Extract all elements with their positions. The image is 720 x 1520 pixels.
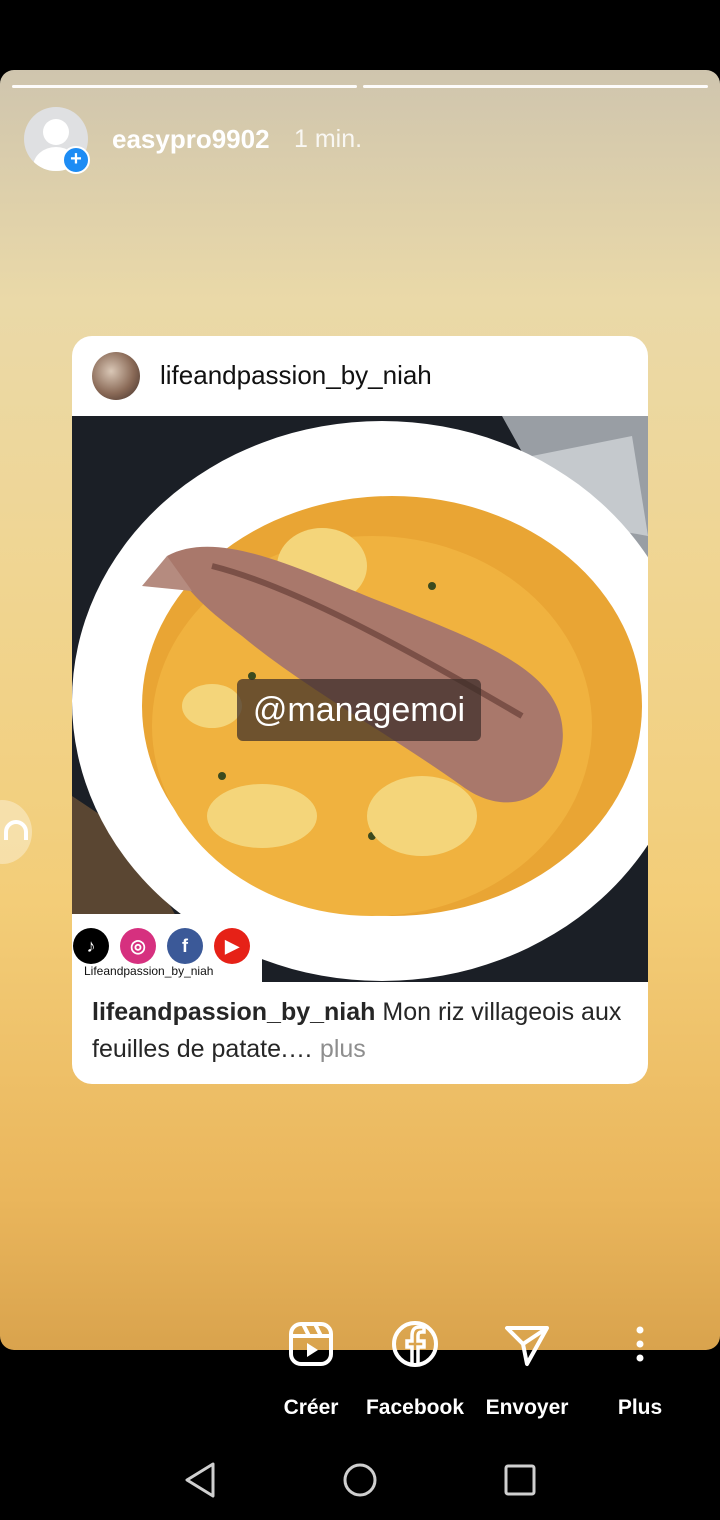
tiktok-icon: ♪ — [73, 928, 109, 964]
story-view[interactable]: + easypro9902 1 min. lifeandpassion_by_n… — [0, 70, 720, 1350]
story-username[interactable]: easypro9902 — [112, 124, 270, 155]
add-plus-icon[interactable]: + — [62, 146, 90, 174]
recents-nav-button[interactable] — [495, 1460, 545, 1500]
post-image[interactable]: @managemoi ♪ ◎ f ▶ Lifeandpassion_by_nia… — [72, 416, 648, 982]
avatar-head — [43, 119, 69, 145]
recents-square-icon — [504, 1464, 536, 1496]
post-caption[interactable]: lifeandpassion_by_niah Mon riz villageoi… — [92, 994, 632, 1068]
youtube-icon: ▶ — [214, 928, 250, 964]
back-nav-button[interactable] — [175, 1460, 225, 1500]
progress-segment — [363, 85, 708, 88]
more-vertical-icon — [636, 1326, 644, 1362]
progress-segment — [12, 85, 357, 88]
post-header: lifeandpassion_by_niah — [72, 336, 648, 416]
shared-post-card[interactable]: lifeandpassion_by_niah @managemoi ♪ ◎ f … — [72, 336, 648, 1084]
create-label: Créer — [283, 1396, 339, 1419]
story-progress — [12, 85, 708, 88]
facebook-label: Facebook — [365, 1396, 465, 1419]
system-nav-bar — [0, 1440, 720, 1520]
social-handle: Lifeandpassion_by_niah — [84, 964, 214, 978]
caption-more-link[interactable]: plus — [313, 1035, 366, 1063]
home-nav-button[interactable] — [335, 1460, 385, 1500]
facebook-icon — [392, 1321, 438, 1367]
headphone-icon[interactable] — [0, 800, 32, 864]
send-icon — [505, 1326, 549, 1366]
post-author-avatar[interactable] — [92, 352, 140, 400]
send-label: Envoyer — [485, 1396, 569, 1419]
social-badges: ♪ ◎ f ▶ Lifeandpassion_by_niah — [72, 914, 262, 982]
more-label: Plus — [617, 1396, 663, 1419]
instagram-icon: ◎ — [120, 928, 156, 964]
watermark-label: @managemoi — [237, 679, 481, 741]
facebook-logo-icon: f — [167, 928, 203, 964]
reels-icon — [289, 1322, 333, 1366]
story-time: 1 min. — [294, 125, 363, 153]
post-author-name[interactable]: lifeandpassion_by_niah — [160, 360, 432, 391]
back-triangle-icon — [185, 1462, 215, 1498]
home-circle-icon — [343, 1463, 377, 1497]
share-actions-bar: Créer Facebook Envoyer Plus — [0, 1316, 720, 1426]
caption-author[interactable]: lifeandpassion_by_niah — [92, 998, 375, 1026]
